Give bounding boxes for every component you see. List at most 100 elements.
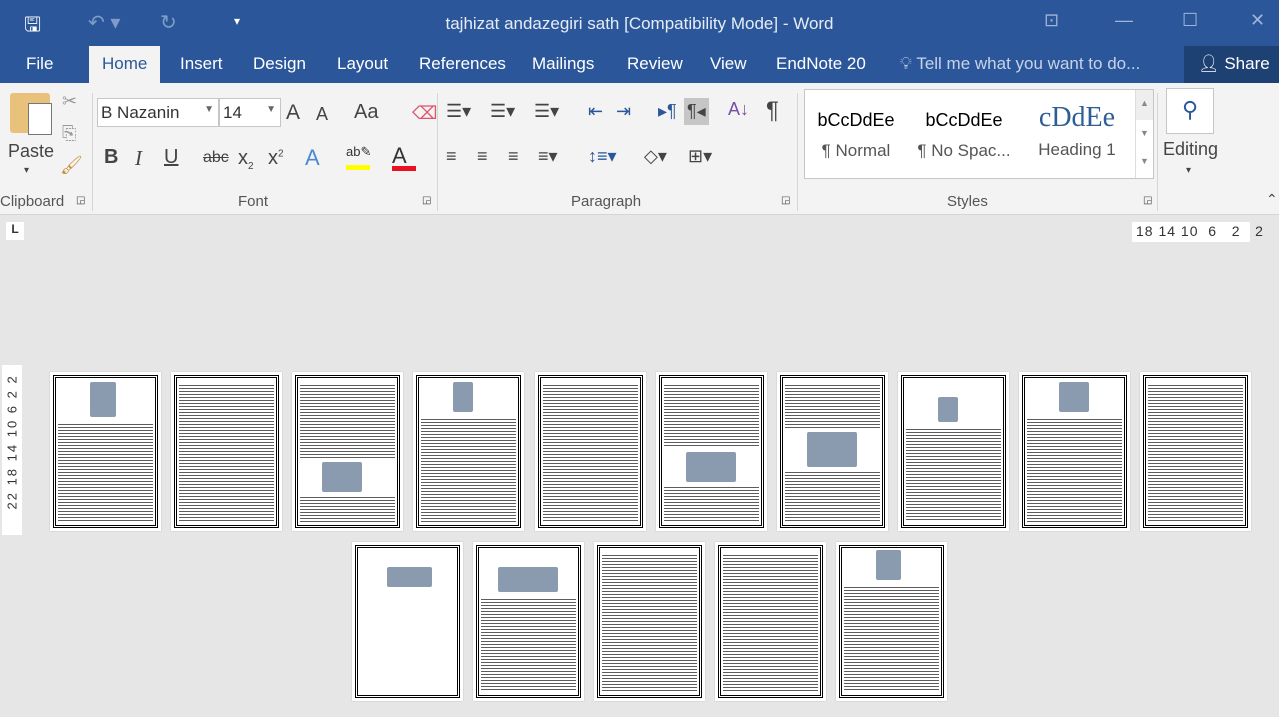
style-heading-1[interactable]: cDdEe Heading 1 xyxy=(1027,90,1127,160)
style-no-spacing[interactable]: bCcDdEe ¶ No Spac... xyxy=(913,90,1015,161)
page-thumbnail[interactable] xyxy=(50,372,161,531)
page-thumbnail[interactable] xyxy=(898,372,1009,531)
divider xyxy=(437,93,438,211)
numbering-icon[interactable]: ☰▾ xyxy=(490,101,515,122)
chevron-down-icon[interactable]: ▼ xyxy=(266,104,276,115)
page-thumbnail[interactable] xyxy=(352,542,463,701)
close-button[interactable]: ✕ xyxy=(1250,10,1265,31)
subscript-button[interactable]: x2 xyxy=(238,147,254,172)
page-text xyxy=(664,384,759,448)
page-image xyxy=(322,462,362,492)
share-button[interactable]: 👤︎ Share xyxy=(1184,46,1279,83)
italic-button[interactable]: I xyxy=(135,146,142,171)
tab-design[interactable]: Design xyxy=(253,54,306,74)
clear-formatting-icon[interactable]: ⌫ xyxy=(412,103,437,124)
page-thumbnail[interactable] xyxy=(535,372,646,531)
multilevel-list-icon[interactable]: ☰▾ xyxy=(534,101,559,122)
page-text xyxy=(543,384,638,522)
collapse-ribbon-icon[interactable]: ⌃ xyxy=(1266,191,1278,208)
minimize-button[interactable]: — xyxy=(1115,10,1133,31)
tell-me-search[interactable]: 💡︎ Tell me what you want to do... xyxy=(900,54,1140,74)
tab-endnote[interactable]: EndNote 20 xyxy=(776,54,866,74)
scroll-up-icon[interactable]: ▲ xyxy=(1136,90,1153,120)
chevron-down-icon[interactable]: ▼ xyxy=(204,104,214,115)
maximize-button[interactable]: ☐ xyxy=(1182,10,1198,31)
page-thumbnail[interactable] xyxy=(1140,372,1251,531)
styles-launcher-icon[interactable]: ◲ xyxy=(1143,195,1152,206)
tab-layout[interactable]: Layout xyxy=(337,54,388,74)
page-text xyxy=(844,586,939,692)
page-thumbnail[interactable] xyxy=(473,542,584,701)
styles-scrollbar[interactable]: ▲ ▼ ▼ xyxy=(1135,90,1153,178)
bold-button[interactable]: B xyxy=(104,146,118,169)
change-case-button[interactable]: Aa xyxy=(354,101,378,124)
grow-font-button[interactable]: A xyxy=(286,101,300,125)
page-thumbnail[interactable] xyxy=(292,372,403,531)
page-thumbnail[interactable] xyxy=(715,542,826,701)
copy-icon[interactable]: ⎘ xyxy=(62,123,76,144)
tab-insert[interactable]: Insert xyxy=(180,54,223,74)
tab-mailings[interactable]: Mailings xyxy=(532,54,594,74)
ribbon: Paste ▾ ✂ ⎘ 🖌︎ Clipboard ◲ B Nazanin ▼ 14… xyxy=(0,83,1279,215)
tab-view[interactable]: View xyxy=(710,54,747,74)
tab-references[interactable]: References xyxy=(419,54,506,74)
decrease-indent-icon[interactable]: ⇤ xyxy=(588,101,603,122)
ruler-numbers: 22 18 14 10 6 2 2 xyxy=(4,374,20,510)
align-right-icon[interactable]: ≡ xyxy=(508,146,519,167)
font-color-button[interactable]: A xyxy=(392,143,416,171)
clipboard-group-label: Clipboard xyxy=(0,193,65,210)
style-normal[interactable]: bCcDdEe ¶ Normal xyxy=(805,90,907,161)
paste-button[interactable]: Paste xyxy=(8,141,54,162)
page-thumbnail[interactable] xyxy=(171,372,282,531)
format-painter-icon[interactable]: 🖌︎ xyxy=(60,155,83,176)
ltr-direction-icon[interactable]: ▸¶ xyxy=(658,101,677,122)
increase-indent-icon[interactable]: ⇥ xyxy=(616,101,631,122)
strikethrough-button[interactable]: abc xyxy=(203,149,229,167)
rtl-direction-icon[interactable]: ¶◂ xyxy=(684,98,709,125)
highlight-button[interactable]: ab✎ xyxy=(346,143,372,170)
paste-icon[interactable] xyxy=(10,93,52,135)
tab-selector[interactable]: L xyxy=(6,222,24,240)
sort-icon[interactable]: A↓ xyxy=(728,99,749,120)
shrink-font-button[interactable]: A xyxy=(316,104,328,125)
bullets-icon[interactable]: ☰▾ xyxy=(446,101,471,122)
page-thumbnail[interactable] xyxy=(656,372,767,531)
paragraph-launcher-icon[interactable]: ◲ xyxy=(781,195,790,206)
page-thumbnail[interactable] xyxy=(413,372,524,531)
ribbon-display-options-icon[interactable]: ⊡ xyxy=(1044,10,1059,31)
page-thumbnail[interactable] xyxy=(594,542,705,701)
tab-home[interactable]: Home xyxy=(89,46,161,83)
divider xyxy=(1157,93,1158,211)
line-spacing-icon[interactable]: ↕≡▾ xyxy=(588,146,617,167)
vertical-ruler[interactable]: 22 18 14 10 6 2 2 xyxy=(2,365,22,535)
underline-button[interactable]: U xyxy=(164,146,178,169)
horizontal-ruler[interactable]: 18 14 10 6 2 2 xyxy=(1132,222,1263,242)
paste-dropdown-icon[interactable]: ▾ xyxy=(24,165,29,176)
font-size-combo[interactable]: 14 ▼ xyxy=(219,98,281,127)
font-launcher-icon[interactable]: ◲ xyxy=(422,195,431,206)
show-marks-button[interactable]: ¶ xyxy=(766,97,779,125)
shading-icon[interactable]: ◇▾ xyxy=(644,146,667,167)
clipboard-launcher-icon[interactable]: ◲ xyxy=(76,195,85,206)
find-icon[interactable]: ⚲ xyxy=(1166,88,1214,134)
tab-review[interactable]: Review xyxy=(627,54,683,74)
editing-dropdown-icon[interactable]: ▾ xyxy=(1186,165,1191,176)
justify-icon[interactable]: ≡▾ xyxy=(538,146,558,167)
page-thumbnail[interactable] xyxy=(777,372,888,531)
text-effects-icon[interactable]: A xyxy=(305,145,320,171)
tab-file[interactable]: File xyxy=(26,54,53,74)
page-thumbnail[interactable] xyxy=(836,542,947,701)
editing-button[interactable]: Editing xyxy=(1163,139,1218,160)
borders-icon[interactable]: ⊞▾ xyxy=(688,146,712,167)
font-name-combo[interactable]: B Nazanin ▼ xyxy=(97,98,219,127)
align-left-icon[interactable]: ≡ xyxy=(446,146,457,167)
style-sample: bCcDdEe xyxy=(817,110,895,130)
more-styles-icon[interactable]: ▼ xyxy=(1136,148,1153,176)
style-name: ¶ No Spac... xyxy=(917,141,1011,160)
align-center-icon[interactable]: ≡ xyxy=(477,146,488,167)
cut-icon[interactable]: ✂ xyxy=(62,91,77,112)
scroll-down-icon[interactable]: ▼ xyxy=(1136,120,1153,148)
page-image xyxy=(90,382,116,417)
page-thumbnail[interactable] xyxy=(1019,372,1130,531)
superscript-button[interactable]: x2 xyxy=(268,147,284,170)
